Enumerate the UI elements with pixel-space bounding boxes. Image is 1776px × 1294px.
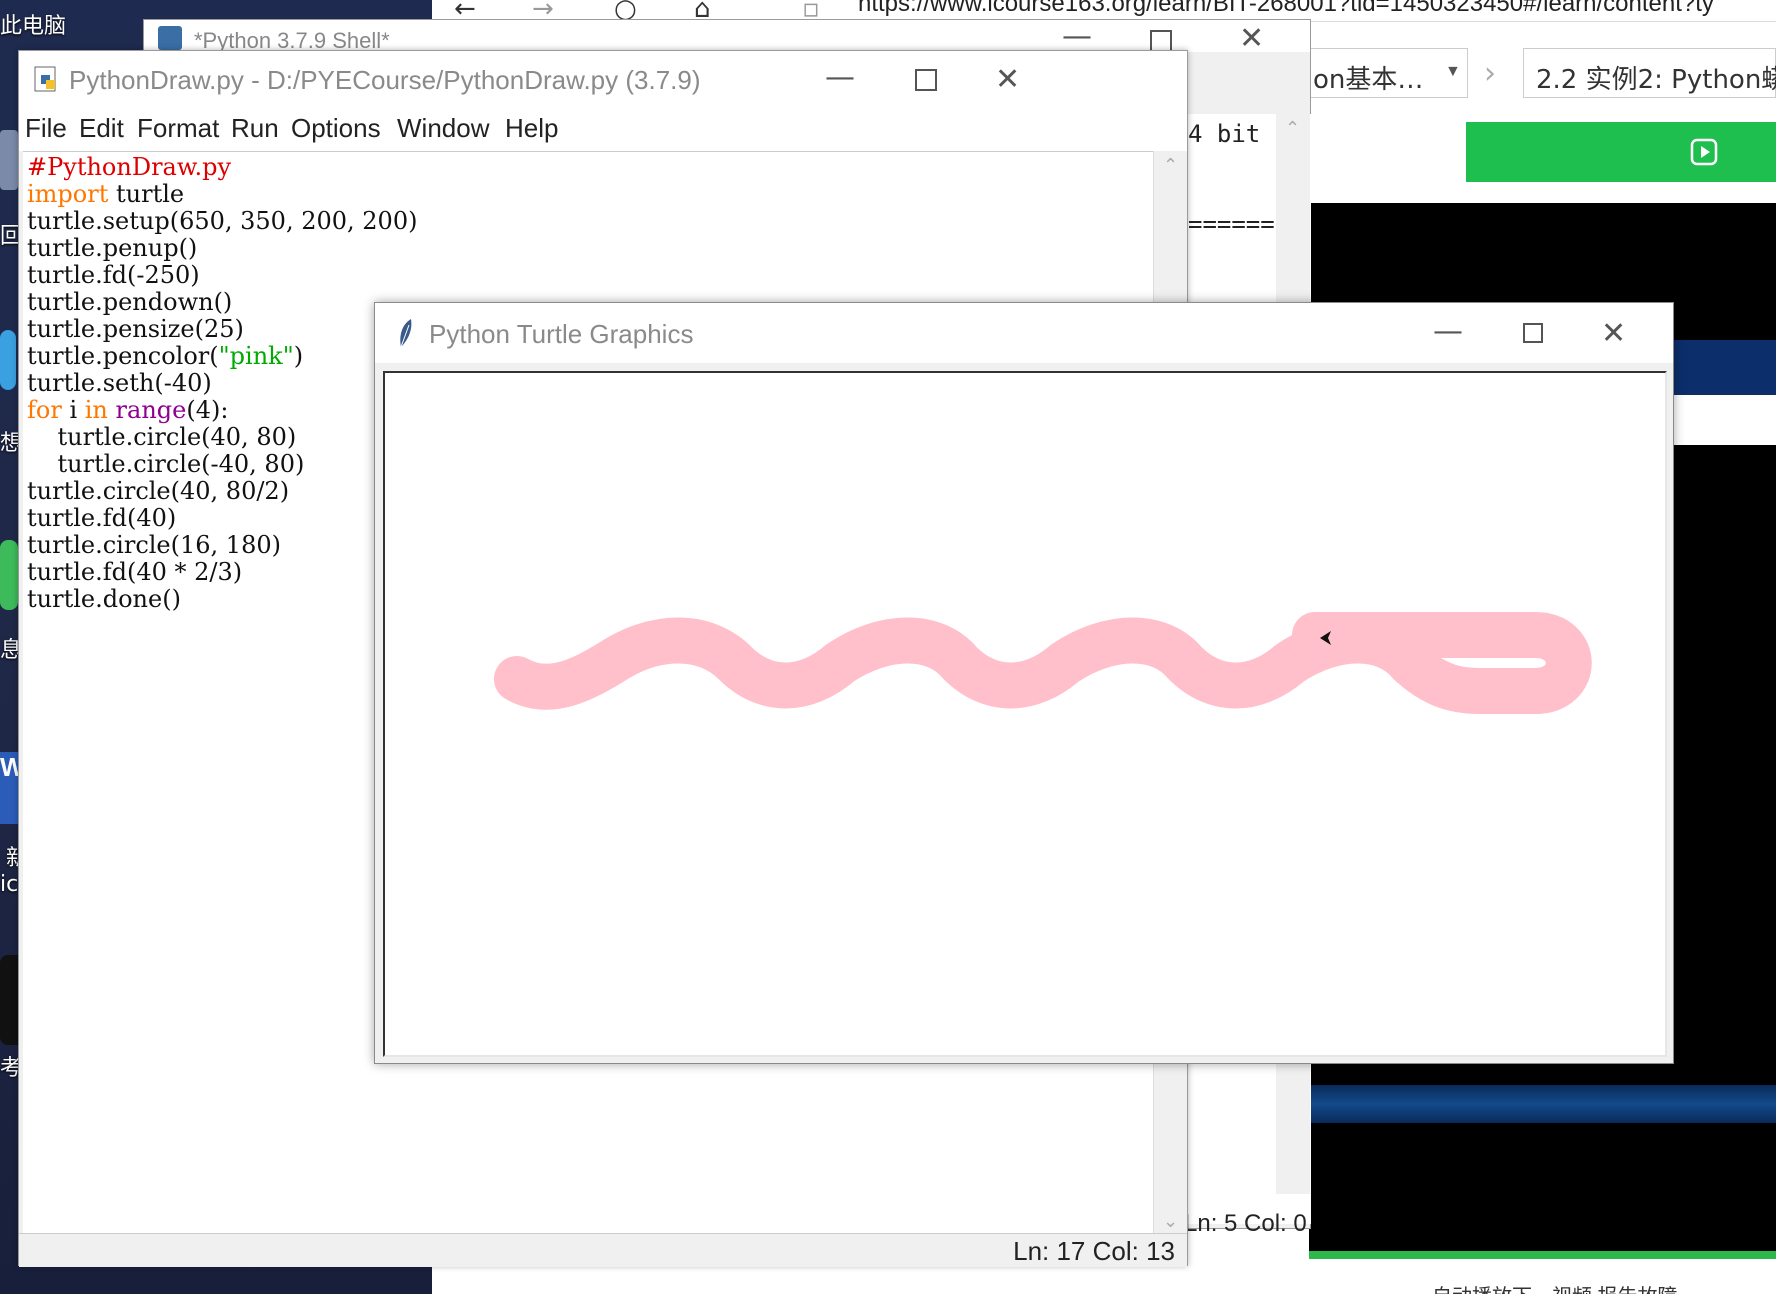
chevron-right-icon: › [1484,56,1496,91]
minimize-icon[interactable]: — [1062,22,1092,52]
lesson-dropdown-label: 2.2 实例2: Python蟒 [1536,65,1776,95]
shell-status: Ln: 5 Col: 0 [1184,1210,1307,1237]
menu-options[interactable]: Options [291,113,381,144]
editor-statusbar: Ln: 17 Col: 13 [19,1233,1187,1267]
code-line: #PythonDraw.py [27,153,232,181]
code-line: turtle.setup(650, 350, 200, 200) [27,207,418,235]
shell-output-line: ====== [1188,210,1275,238]
video-frame-band [1309,1085,1776,1123]
minimize-icon[interactable]: — [1433,317,1463,347]
close-icon[interactable]: ✕ [995,65,1020,95]
editor-title: PythonDraw.py - D:/PYECourse/PythonDraw.… [69,65,701,95]
course-dropdown[interactable]: on基本… ▼ [1308,48,1468,98]
scroll-down-icon[interactable]: ⌄ [1163,1211,1178,1232]
code-line: turtle.fd(40) [27,504,177,532]
video-progress-bar[interactable] [1309,1251,1776,1259]
menu-file[interactable]: File [25,113,67,144]
desktop-icon-label-this-pc[interactable]: 此电脑 [0,8,66,40]
code-line: turtle.circle(40, 80) [27,423,297,451]
play-icon[interactable] [1690,138,1718,166]
close-icon[interactable]: ✕ [1601,319,1626,349]
turtle-canvas[interactable] [383,371,1667,1057]
cursor-position: Ln: 17 Col: 13 [1013,1236,1175,1266]
maximize-icon[interactable] [915,69,937,91]
url-field[interactable]: https://www.icourse163.org/learn/BIT-268… [858,0,1714,18]
code-line: turtle.circle(-40, 80) [27,450,305,478]
menu-help[interactable]: Help [505,113,558,144]
qq-icon[interactable] [0,955,18,1045]
maximize-icon[interactable] [1150,30,1172,52]
code-line: turtle.seth(-40) [27,369,212,397]
code-line: turtle.circle(16, 180) [27,531,281,559]
scroll-up-icon[interactable]: ⌃ [1285,118,1300,139]
close-icon[interactable]: ✕ [1239,24,1264,54]
play-bar[interactable] [1466,122,1776,182]
menu-format[interactable]: Format [137,113,219,144]
turtle-title: Python Turtle Graphics [429,319,694,349]
minimize-icon[interactable]: — [825,63,855,93]
app-icon[interactable] [0,330,16,390]
python-snake-path [494,612,1592,714]
shell-output-line: 4 bit [1188,120,1261,148]
code-line: turtle.circle(40, 80/2) [27,477,290,505]
maximize-icon[interactable] [1523,323,1543,343]
code-line: turtle.fd(-250) [27,261,200,289]
breadcrumb: on基本… ▼ › 2.2 实例2: Python蟒 [1308,48,1776,100]
code-line: import turtle [27,180,185,208]
menu-bar: File Edit Format Run Options Window Help [19,107,1187,151]
code-line: for i in range(4): [27,396,229,424]
menu-edit[interactable]: Edit [79,113,124,144]
menu-run[interactable]: Run [231,113,279,144]
video-options[interactable]: 自动播放下一视频 报告故障 [1432,1280,1678,1294]
dropdown-icon: ▼ [1445,63,1461,80]
desktop-icon-label: ic [0,872,19,897]
shell-titlebar[interactable]: *Python 3.7.9 Shell* — ✕ [144,20,1310,54]
code-line: turtle.fd(40 * 2/3) [27,558,243,586]
code-line: turtle.pencolor("pink") [27,342,304,370]
python-file-icon [158,26,182,50]
turtle-titlebar[interactable]: Python Turtle Graphics — ✕ [375,303,1673,363]
code-line: turtle.penup() [27,234,198,262]
feather-icon [400,319,412,348]
recycle-bin-icon[interactable] [0,130,18,190]
word-icon[interactable]: W [0,752,25,824]
snake-drawing [494,612,1592,714]
python-file-icon [34,66,56,92]
menu-window[interactable]: Window [397,113,489,144]
wechat-icon[interactable] [0,540,18,610]
course-dropdown-label: on基本… [1313,65,1424,95]
code-line: turtle.pendown() [27,288,233,316]
code-line: turtle.done() [27,585,181,613]
editor-titlebar[interactable]: PythonDraw.py - D:/PYECourse/PythonDraw.… [19,51,1187,107]
lesson-dropdown[interactable]: 2.2 实例2: Python蟒 [1523,48,1776,98]
scroll-up-icon[interactable]: ⌃ [1163,155,1178,176]
code-line: turtle.pensize(25) [27,315,244,343]
turtle-graphics-window: Python Turtle Graphics — ✕ [374,302,1674,1064]
